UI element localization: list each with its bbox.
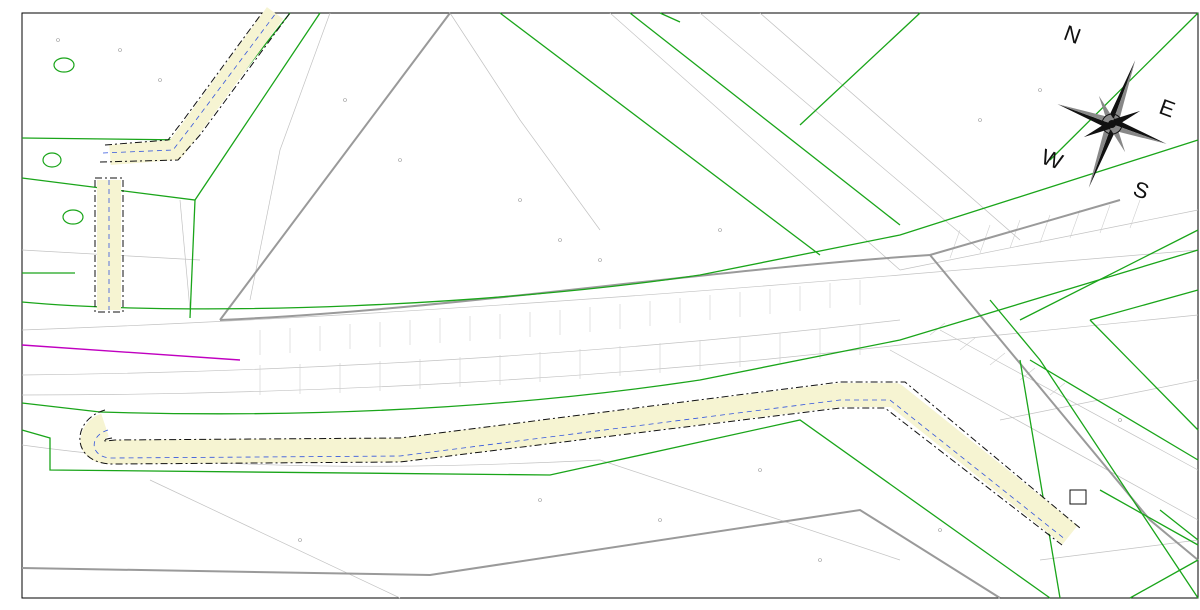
- plan-drawing: N E S W: [21, 7, 1199, 599]
